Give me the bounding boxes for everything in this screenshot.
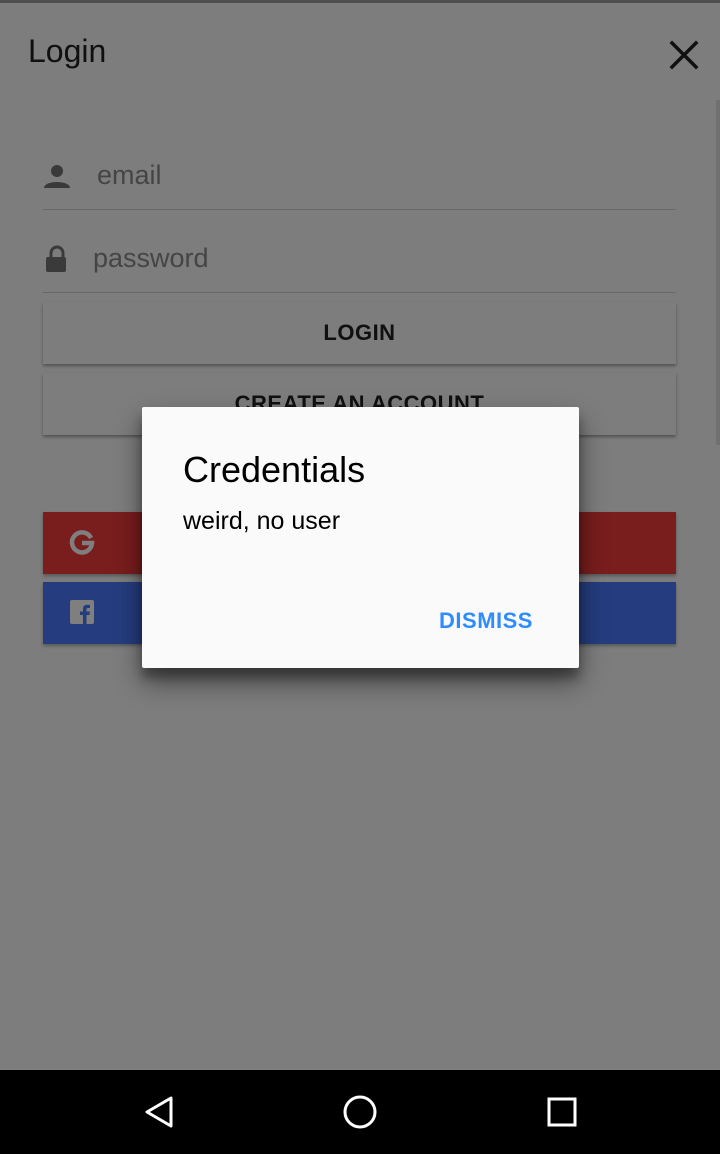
dialog-message: weird, no user: [183, 507, 341, 535]
home-icon: [343, 1095, 377, 1129]
recents-icon: [547, 1097, 577, 1127]
nav-home-button[interactable]: [335, 1087, 385, 1137]
system-nav-bar: [0, 1070, 720, 1154]
login-screen: Login email password LOGIN CREATE AN ACC…: [0, 0, 720, 1070]
credentials-dialog: Credentials weird, no user DISMISS: [142, 407, 579, 668]
dialog-title: Credentials: [183, 449, 366, 490]
back-icon: [145, 1096, 173, 1128]
nav-recents-button[interactable]: [537, 1087, 587, 1137]
dismiss-button[interactable]: DISMISS: [424, 599, 548, 643]
nav-back-button[interactable]: [134, 1087, 184, 1137]
